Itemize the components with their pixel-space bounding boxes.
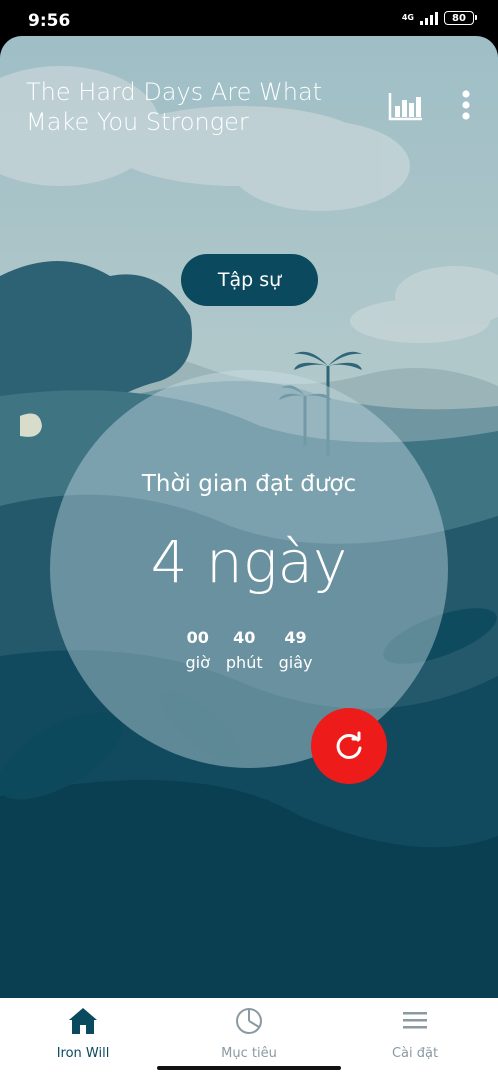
home-indicator (157, 1066, 341, 1070)
nav-label-iron-will: Iron Will (56, 1046, 110, 1061)
nav-label-settings: Cài đặt (391, 1046, 439, 1061)
time-breakdown: 00 giờ 40 phút 49 giây (50, 628, 448, 672)
network-type: 4G (401, 13, 414, 22)
menu-icon (403, 1012, 427, 1029)
battery-icon: 80 (444, 11, 477, 25)
seconds-unit: 49 giây (279, 628, 313, 672)
progress-days: 4 ngày (150, 528, 348, 596)
hours-label: giờ (185, 653, 210, 672)
home-icon (69, 1008, 97, 1034)
bar-chart-icon (388, 93, 422, 121)
reset-button[interactable] (311, 708, 387, 784)
bottom-navigation: Iron Will Mục tiêu Cài đặt (0, 998, 498, 1080)
seconds-value: 49 (284, 628, 307, 647)
minutes-label: phút (225, 653, 263, 672)
nav-item-settings[interactable]: Cài đặt (332, 998, 498, 1080)
home-screen: The Hard Days Are What Make You Stronger… (0, 36, 498, 998)
nav-label-goals: Mục tiêu (221, 1046, 277, 1061)
status-time: 9:56 (28, 11, 71, 31)
level-badge-button[interactable]: Tập sự (181, 254, 318, 306)
pie-chart-icon (236, 1008, 262, 1034)
minutes-unit: 40 phút (226, 628, 263, 672)
minutes-value: 40 (233, 628, 256, 647)
more-options-button[interactable] (456, 88, 476, 124)
battery-level: 80 (452, 12, 466, 24)
seconds-label: giây (278, 653, 313, 672)
progress-circle: Thời gian đạt được 4 ngày 00 giờ 40 phút… (50, 370, 448, 768)
progress-title: Thời gian đạt được (141, 471, 357, 497)
statistics-button[interactable] (387, 88, 425, 124)
nav-item-iron-will[interactable]: Iron Will (0, 998, 166, 1080)
status-bar: 9:56 4G 80 (0, 0, 498, 38)
refresh-icon (336, 731, 362, 759)
hours-unit: 00 giờ (186, 628, 210, 672)
hours-value: 00 (186, 628, 209, 647)
signal-icon (420, 11, 438, 25)
status-indicators: 4G 80 (401, 11, 477, 25)
motivational-quote: The Hard Days Are What Make You Stronger (26, 78, 323, 136)
more-vertical-icon (462, 90, 470, 120)
